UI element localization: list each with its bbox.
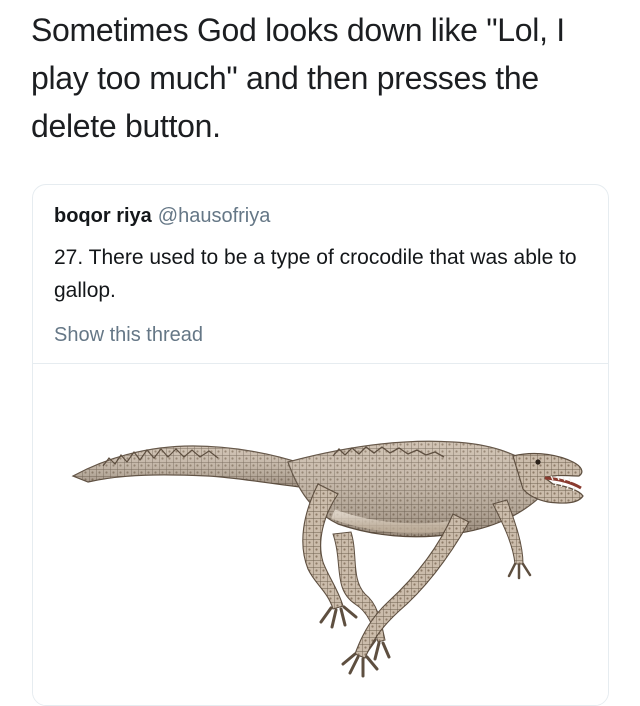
- tweet-body: boqor riya @hausofriya 27. There used to …: [54, 201, 594, 349]
- tail: [71, 445, 320, 490]
- tweet-author-handle[interactable]: @hausofriya: [158, 205, 271, 227]
- tweet-text: 27. There used to be a type of crocodile…: [54, 246, 577, 302]
- tweet-media-image[interactable]: [33, 364, 608, 705]
- tweet-author-name[interactable]: boqor riya: [54, 205, 152, 227]
- embedded-tweet-card[interactable]: boqor riya @hausofriya 27. There used to …: [32, 184, 609, 706]
- crocodile-illustration: [71, 440, 584, 678]
- show-thread-link[interactable]: Show this thread: [54, 321, 203, 349]
- tweet-header: boqor riya @hausofriya: [54, 201, 594, 231]
- meme-caption: Sometimes God looks down like "Lol, I pl…: [31, 12, 565, 144]
- front-far-leg: [492, 499, 532, 580]
